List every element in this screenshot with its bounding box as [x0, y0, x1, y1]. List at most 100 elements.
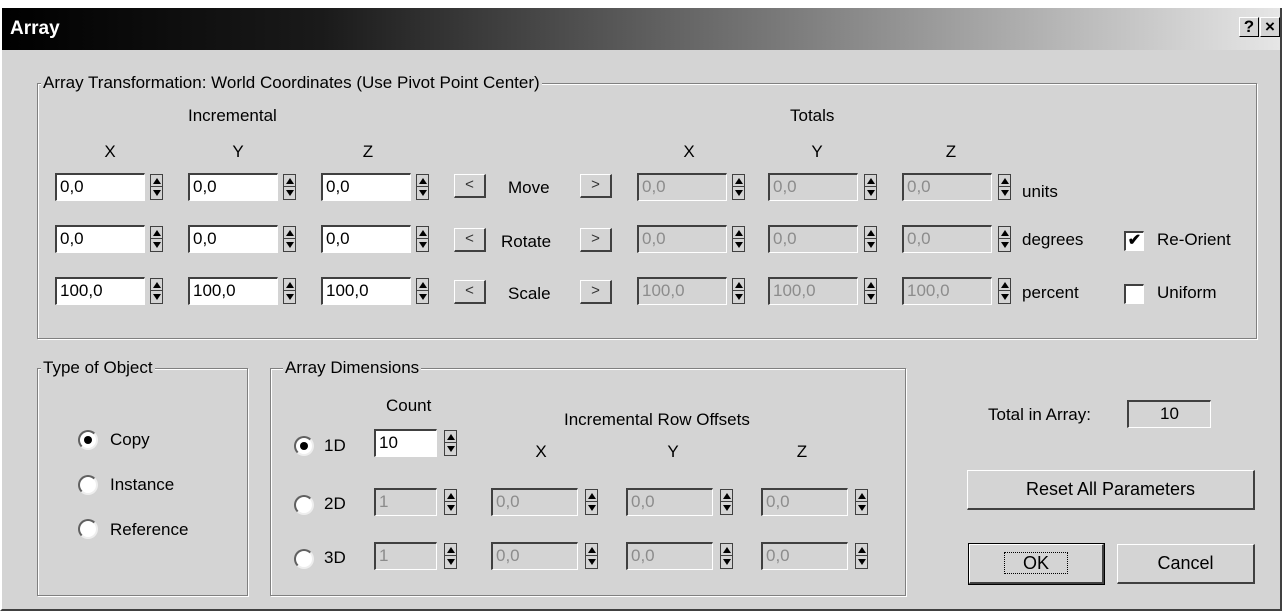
3d-count-field: 1	[374, 542, 437, 570]
inc-y-header: Y	[232, 142, 244, 161]
ok-button-label: OK	[1003, 552, 1068, 574]
rotate-tot-z-spinner[interactable]	[998, 226, 1011, 252]
rotate-inc-y-field[interactable]: 0,0	[188, 225, 278, 253]
totals-label: Totals	[790, 106, 835, 125]
scale-inc-x-spinner[interactable]	[150, 278, 163, 304]
2d-radio[interactable]	[294, 495, 314, 515]
reset-all-parameters-button[interactable]: Reset All Parameters	[967, 470, 1255, 510]
scale-inc-x-field[interactable]: 100,0	[55, 277, 145, 305]
reorient-checkbox[interactable]: ✔	[1124, 231, 1144, 251]
rotate-tot-y-field: 0,0	[768, 225, 858, 253]
move-tot-z-spinner[interactable]	[998, 174, 1011, 200]
scale-right-arrow-button[interactable]: >	[580, 280, 612, 304]
scale-tot-z-spinner[interactable]	[998, 278, 1011, 304]
move-tot-z-field: 0,0	[902, 173, 992, 201]
scale-tot-x-field: 100,0	[637, 277, 727, 305]
scale-inc-y-field[interactable]: 100,0	[188, 277, 278, 305]
inc-z-header: Z	[362, 142, 374, 161]
2d-offset-z-field: 0,0	[761, 488, 848, 516]
total-in-array-label: Total in Array:	[988, 405, 1091, 424]
scale-unit-label: percent	[1022, 283, 1079, 302]
uniform-label: Uniform	[1157, 283, 1217, 302]
move-left-arrow-button[interactable]: <	[454, 174, 486, 198]
1d-label: 1D	[324, 436, 346, 455]
2d-offset-z-spinner[interactable]	[855, 489, 868, 515]
help-button[interactable]: ?	[1239, 17, 1259, 37]
copy-label: Copy	[110, 430, 150, 449]
3d-offset-x-field: 0,0	[491, 542, 578, 570]
scale-inc-z-field[interactable]: 100,0	[321, 277, 411, 305]
rotate-inc-x-field[interactable]: 0,0	[55, 225, 145, 253]
rotate-unit-label: degrees	[1022, 230, 1084, 249]
move-inc-z-field[interactable]: 0,0	[321, 173, 411, 201]
move-tot-x-field: 0,0	[637, 173, 727, 201]
move-right-arrow-button[interactable]: >	[580, 174, 612, 198]
close-button[interactable]: ×	[1260, 17, 1280, 37]
move-tot-y-field: 0,0	[768, 173, 858, 201]
3d-radio[interactable]	[294, 549, 314, 569]
tot-y-header: Y	[811, 142, 823, 161]
rotate-inc-y-spinner[interactable]	[283, 226, 296, 252]
3d-offset-x-spinner[interactable]	[585, 543, 598, 569]
3d-offset-z-field: 0,0	[761, 542, 848, 570]
reference-label: Reference	[110, 520, 189, 539]
instance-radio[interactable]	[78, 475, 98, 495]
move-inc-z-spinner[interactable]	[416, 174, 429, 200]
move-inc-x-spinner[interactable]	[150, 174, 163, 200]
move-label: Move	[508, 178, 550, 197]
2d-count-field: 1	[374, 488, 437, 516]
scale-inc-y-spinner[interactable]	[283, 278, 296, 304]
array-dialog: Array ? × Array Transformation: World Co…	[0, 8, 1282, 611]
copy-radio[interactable]	[78, 430, 98, 450]
scale-inc-z-spinner[interactable]	[416, 278, 429, 304]
ok-button[interactable]: OK	[968, 543, 1105, 585]
tot-z-header: Z	[945, 142, 957, 161]
cancel-button[interactable]: Cancel	[1117, 544, 1255, 584]
3d-offset-y-spinner[interactable]	[720, 543, 733, 569]
1d-count-spinner[interactable]	[444, 430, 457, 456]
scale-tot-z-field: 100,0	[902, 277, 992, 305]
rotate-tot-y-spinner[interactable]	[864, 226, 877, 252]
move-inc-y-spinner[interactable]	[283, 174, 296, 200]
3d-offset-z-spinner[interactable]	[855, 543, 868, 569]
type-of-object-title: Type of Object	[41, 358, 155, 378]
2d-count-spinner[interactable]	[444, 489, 457, 515]
inc-x-header: X	[104, 142, 116, 161]
rotate-inc-z-field[interactable]: 0,0	[321, 225, 411, 253]
offset-x-header: X	[535, 442, 547, 461]
title-bar: Array ? ×	[2, 8, 1280, 50]
transformation-group-title: Array Transformation: World Coordinates …	[41, 73, 542, 93]
3d-offset-y-field: 0,0	[626, 542, 713, 570]
incremental-label: Incremental	[188, 106, 277, 125]
rotate-tot-x-field: 0,0	[637, 225, 727, 253]
uniform-checkbox[interactable]	[1124, 284, 1144, 304]
move-unit-label: units	[1022, 182, 1058, 201]
2d-offset-y-spinner[interactable]	[720, 489, 733, 515]
rotate-inc-z-spinner[interactable]	[416, 226, 429, 252]
rotate-right-arrow-button[interactable]: >	[580, 228, 612, 252]
offset-z-header: Z	[796, 442, 808, 461]
1d-radio[interactable]	[294, 436, 314, 456]
tot-x-header: X	[683, 142, 695, 161]
reorient-label: Re-Orient	[1157, 230, 1231, 249]
rotate-inc-x-spinner[interactable]	[150, 226, 163, 252]
2d-offset-x-spinner[interactable]	[585, 489, 598, 515]
scale-tot-x-spinner[interactable]	[732, 278, 745, 304]
instance-label: Instance	[110, 475, 175, 494]
move-inc-y-field[interactable]: 0,0	[188, 173, 278, 201]
reference-radio[interactable]	[78, 519, 98, 539]
rotate-tot-x-spinner[interactable]	[732, 226, 745, 252]
rotate-left-arrow-button[interactable]: <	[454, 228, 486, 252]
count-label: Count	[386, 396, 432, 415]
move-inc-x-field[interactable]: 0,0	[55, 173, 145, 201]
move-tot-x-spinner[interactable]	[732, 174, 745, 200]
array-dimensions-title: Array Dimensions	[283, 358, 422, 378]
move-tot-y-spinner[interactable]	[864, 174, 877, 200]
3d-count-spinner[interactable]	[444, 543, 457, 569]
scale-left-arrow-button[interactable]: <	[454, 280, 486, 304]
1d-count-field[interactable]: 10	[374, 429, 437, 457]
scale-tot-y-spinner[interactable]	[864, 278, 877, 304]
2d-offset-y-field: 0,0	[626, 488, 713, 516]
rotate-label: Rotate	[501, 232, 552, 251]
2d-offset-x-field: 0,0	[491, 488, 578, 516]
